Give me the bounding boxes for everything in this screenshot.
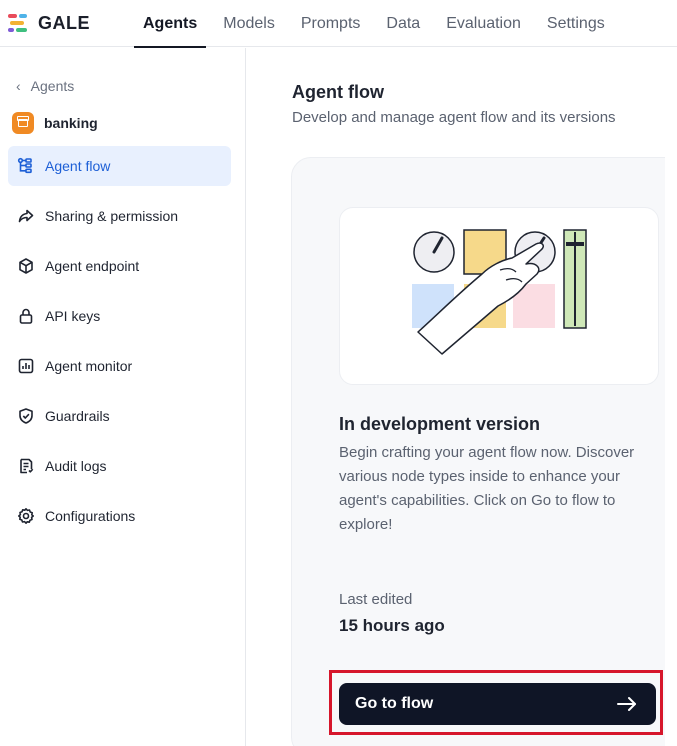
sidebar-item-label: Agent endpoint	[45, 258, 140, 274]
gale-logo[interactable]: GALE	[8, 11, 90, 35]
logo-text: GALE	[38, 12, 91, 33]
flow-icon	[17, 157, 35, 175]
last-edited-value: 15 hours ago	[339, 616, 445, 635]
agent-name: banking	[44, 115, 98, 131]
document-icon	[17, 457, 35, 475]
viewport-edge	[665, 48, 677, 746]
sidebar-item-api-keys[interactable]: API keys	[8, 296, 231, 336]
tab-data[interactable]: Data	[373, 0, 433, 47]
agent-header: banking	[12, 112, 98, 134]
sidebar-item-configurations[interactable]: Configurations	[8, 496, 231, 536]
page-subtitle: Develop and manage agent flow and its ve…	[292, 109, 616, 126]
share-icon	[17, 207, 35, 225]
top-navigation: GALE Agents Models Prompts Data Evaluati…	[0, 0, 677, 48]
logo-mark-icon	[8, 13, 32, 33]
tab-agents[interactable]: Agents	[130, 0, 210, 48]
sidebar-item-label: Agent monitor	[45, 358, 133, 374]
sidebar-item-label: API keys	[45, 308, 101, 324]
sidebar-item-label: Configurations	[45, 508, 136, 524]
sidebar-item-audit-logs[interactable]: Audit logs	[8, 446, 231, 486]
sidebar-item-agent-flow[interactable]: Agent flow	[8, 146, 231, 186]
card-title: In development version	[339, 414, 541, 434]
sidebar-item-agent-monitor[interactable]: Agent monitor	[8, 346, 231, 386]
tab-prompts[interactable]: Prompts	[288, 0, 374, 47]
main-tabs: Agents Models Prompts Data Evaluation Se…	[130, 0, 618, 48]
back-label: Agents	[30, 78, 75, 94]
arrow-right-icon	[616, 696, 638, 712]
shield-check-icon	[17, 407, 35, 425]
sidebar-item-agent-endpoint[interactable]: Agent endpoint	[8, 246, 231, 286]
mixer-hand-illustration	[412, 229, 587, 355]
sidebar-item-label: Guardrails	[45, 408, 110, 424]
go-to-flow-label: Go to flow	[355, 695, 434, 712]
go-to-flow-button[interactable]: Go to flow	[339, 683, 656, 725]
tab-models[interactable]: Models	[210, 0, 288, 47]
sidebar-item-guardrails[interactable]: Guardrails	[8, 396, 231, 436]
sidebar-nav: Agent flow Sharing & permission Agent en…	[8, 146, 231, 546]
lock-icon	[17, 307, 35, 325]
sidebar-item-label: Audit logs	[45, 458, 107, 474]
monitor-chart-icon	[17, 357, 35, 375]
sidebar-item-label: Agent flow	[45, 158, 111, 174]
last-edited-label: Last edited	[339, 591, 413, 608]
gear-icon	[17, 507, 35, 525]
page-title: Agent flow	[292, 82, 384, 102]
flow-illustration	[339, 207, 659, 385]
agent-avatar-icon	[12, 112, 34, 134]
sidebar: ‹ Agents banking Agent flow Sharing & pe…	[0, 48, 246, 746]
tab-evaluation[interactable]: Evaluation	[433, 0, 534, 47]
sidebar-item-sharing-permission[interactable]: Sharing & permission	[8, 196, 231, 236]
chevron-left-icon: ‹	[16, 78, 21, 94]
card-description: Begin crafting your agent flow now. Disc…	[339, 444, 635, 533]
sidebar-item-label: Sharing & permission	[45, 208, 179, 224]
tab-settings[interactable]: Settings	[534, 0, 618, 47]
cube-icon	[17, 257, 35, 275]
back-to-agents-link[interactable]: ‹ Agents	[16, 78, 74, 94]
